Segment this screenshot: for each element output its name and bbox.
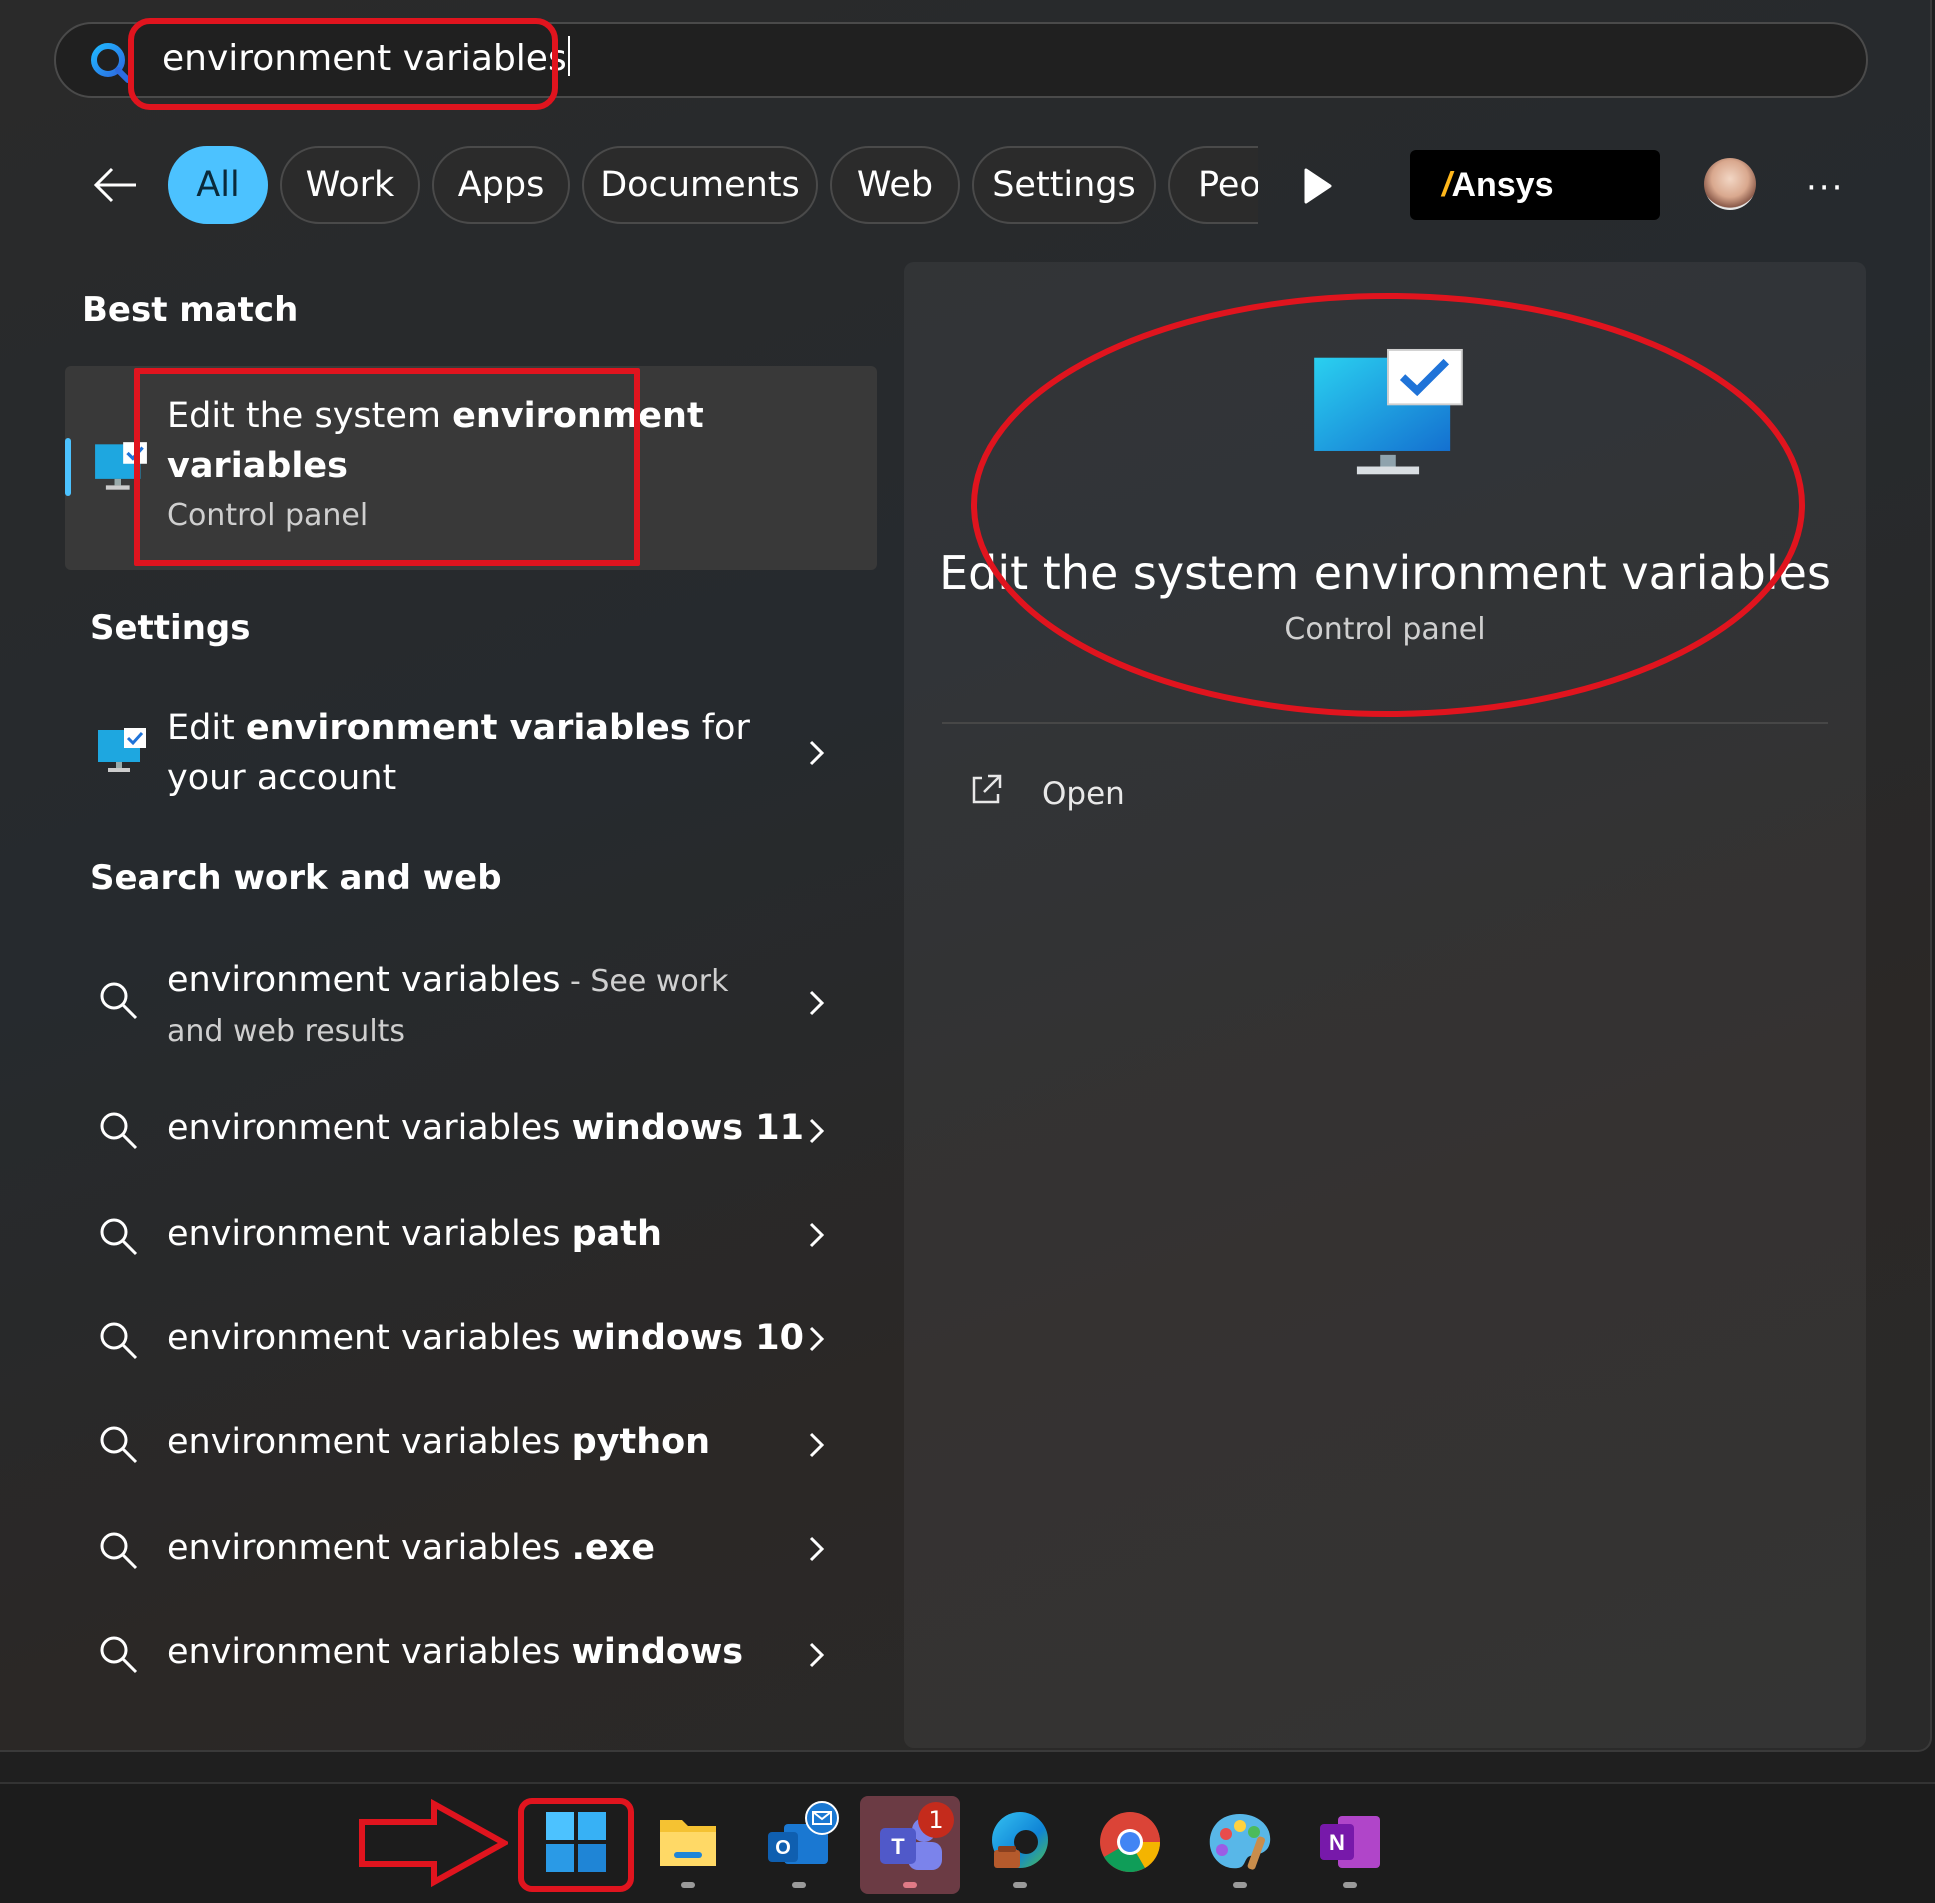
- web-suggestion[interactable]: environment variables .exe: [167, 1528, 655, 1568]
- outlook-icon[interactable]: O: [750, 1794, 846, 1890]
- chevron-right-icon[interactable]: [806, 1116, 828, 1146]
- svg-text:O: O: [775, 1837, 791, 1859]
- chevron-right-icon[interactable]: [806, 738, 828, 768]
- web-suggestion[interactable]: environment variables windows 10: [167, 1318, 804, 1358]
- search-icon: [100, 1112, 138, 1150]
- svg-text:T: T: [891, 1834, 905, 1859]
- open-external-icon[interactable]: [968, 772, 1004, 808]
- web-result-first-line2[interactable]: and web results: [167, 1014, 405, 1049]
- avatar[interactable]: [1704, 158, 1756, 210]
- running-indicator: [681, 1882, 695, 1888]
- scroll-right-icon[interactable]: [1300, 166, 1334, 206]
- running-indicator: [1013, 1882, 1027, 1888]
- web-suggestion[interactable]: environment variables windows: [167, 1632, 743, 1672]
- paint-icon[interactable]: [1192, 1794, 1288, 1890]
- running-indicator: [1233, 1882, 1247, 1888]
- back-arrow-icon[interactable]: [90, 160, 140, 210]
- taskbar: [0, 1782, 1935, 1903]
- filter-settings[interactable]: Settings: [972, 146, 1156, 224]
- search-icon: [100, 1636, 138, 1674]
- search-icon: [100, 1532, 138, 1570]
- chevron-right-icon[interactable]: [806, 1324, 828, 1354]
- chevron-right-icon[interactable]: [806, 988, 828, 1018]
- filter-web[interactable]: Web: [830, 146, 960, 224]
- detail-divider: [942, 722, 1828, 724]
- more-options-button[interactable]: ···: [1806, 168, 1844, 208]
- chrome-icon[interactable]: [1082, 1794, 1178, 1890]
- search-icon: [91, 43, 131, 83]
- notification-badge: 1: [918, 1802, 954, 1838]
- chevron-right-icon[interactable]: [806, 1640, 828, 1670]
- annotation-box-search: [128, 18, 558, 110]
- running-indicator: [792, 1882, 806, 1888]
- chevron-right-icon[interactable]: [806, 1534, 828, 1564]
- annotation-box-best-match: [134, 368, 640, 566]
- web-suggestion[interactable]: environment variables path: [167, 1214, 662, 1254]
- settings-item-line2[interactable]: your account: [167, 758, 396, 798]
- annotation-ellipse-detail: [971, 293, 1805, 717]
- file-explorer-icon[interactable]: [640, 1794, 736, 1890]
- search-icon: [100, 1218, 138, 1256]
- settings-item-line1[interactable]: Edit environment variables for: [167, 708, 750, 748]
- filter-documents[interactable]: Documents: [582, 146, 818, 224]
- search-web-heading: Search work and web: [90, 858, 502, 898]
- running-indicator: [1343, 1882, 1357, 1888]
- running-indicator: [903, 1882, 917, 1888]
- ansys-logo[interactable]: /Ansys: [1410, 150, 1660, 220]
- search-icon: [100, 1322, 138, 1360]
- chevron-right-icon[interactable]: [806, 1430, 828, 1460]
- web-suggestion[interactable]: environment variables python: [167, 1422, 710, 1462]
- filter-all[interactable]: All: [168, 146, 268, 224]
- settings-heading: Settings: [90, 608, 251, 648]
- filter-work[interactable]: Work: [280, 146, 420, 224]
- svg-text:N: N: [1329, 1830, 1345, 1855]
- chevron-right-icon[interactable]: [806, 1220, 828, 1250]
- text-caret: [567, 36, 570, 76]
- edge-icon[interactable]: [972, 1794, 1068, 1890]
- web-suggestion[interactable]: environment variables windows 11: [167, 1108, 804, 1148]
- env-vars-monitor-icon: [98, 728, 146, 772]
- filter-people[interactable]: Peo: [1168, 146, 1258, 224]
- search-icon: [100, 982, 138, 1020]
- annotation-arrow-icon: [359, 1798, 508, 1888]
- open-action[interactable]: Open: [1042, 776, 1125, 812]
- onenote-icon[interactable]: N: [1302, 1794, 1398, 1890]
- web-result-first[interactable]: environment variables - See work: [167, 960, 728, 1000]
- selection-indicator: [65, 438, 71, 496]
- annotation-box-start: [518, 1798, 634, 1892]
- best-match-heading: Best match: [82, 290, 299, 330]
- filter-apps[interactable]: Apps: [432, 146, 570, 224]
- search-icon: [100, 1426, 138, 1464]
